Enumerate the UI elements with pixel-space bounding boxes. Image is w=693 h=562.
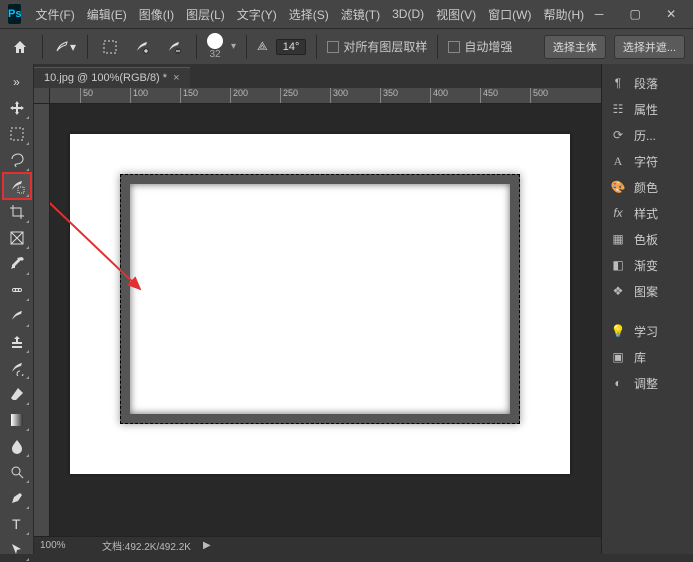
menu-3d[interactable]: 3D(D) [386, 0, 430, 28]
close-button[interactable]: ✕ [662, 5, 680, 23]
move-tool[interactable] [4, 96, 30, 120]
menu-layer[interactable]: 图层(L) [180, 0, 231, 28]
tool-preset-icon[interactable]: ▾ [53, 35, 77, 59]
menu-image[interactable]: 图像(I) [133, 0, 180, 28]
quick-selection-tool[interactable] [4, 174, 30, 198]
history-brush-tool[interactable] [4, 356, 30, 380]
horizontal-ruler[interactable]: 50 100 150 200 250 300 350 400 450 500 [50, 88, 601, 104]
healing-brush-tool[interactable] [4, 278, 30, 302]
paragraph-icon: ¶ [610, 75, 626, 91]
window-controls: ─ ▢ ✕ [590, 5, 688, 23]
ruler-corner [34, 88, 50, 104]
eraser-tool[interactable] [4, 382, 30, 406]
maximize-button[interactable]: ▢ [626, 5, 644, 23]
menu-edit[interactable]: 编辑(E) [81, 0, 133, 28]
menubar: Ps 文件(F) 编辑(E) 图像(I) 图层(L) 文字(Y) 选择(S) 滤… [0, 0, 693, 28]
status-arrow-icon[interactable]: ▶ [203, 540, 211, 551]
pen-tool[interactable] [4, 486, 30, 510]
brush-preview[interactable] [207, 33, 223, 49]
svg-text:T: T [12, 516, 21, 532]
add-selection-icon[interactable] [130, 35, 154, 59]
panel-gradients[interactable]: ◧渐变 [602, 252, 693, 278]
menu-select[interactable]: 选择(S) [283, 0, 335, 28]
frame-tool[interactable] [4, 226, 30, 250]
panel-properties[interactable]: ☷属性 [602, 96, 693, 122]
panel-patterns[interactable]: ❖图案 [602, 278, 693, 304]
panel-history[interactable]: ⟳历... [602, 122, 693, 148]
panel-character[interactable]: A字符 [602, 148, 693, 174]
swatches-icon: ▦ [610, 231, 626, 247]
menu-help[interactable]: 帮助(H) [537, 0, 590, 28]
panel-learn[interactable]: 💡学习 [602, 318, 693, 344]
path-selection-tool[interactable] [4, 538, 30, 562]
clone-stamp-tool[interactable] [4, 330, 30, 354]
angle-icon: ⟁ [257, 39, 268, 54]
color-icon: 🎨 [610, 179, 626, 195]
right-panel: ¶段落 ☷属性 ⟳历... A字符 🎨颜色 fx样式 ▦色板 ◧渐变 ❖图案 💡… [601, 64, 693, 554]
menu-file[interactable]: 文件(F) [29, 0, 80, 28]
panel-swatches[interactable]: ▦色板 [602, 226, 693, 252]
options-bar: ▾ 32 ▾ ⟁ 14° 对所有图层取样 自动增强 选择主体 选择并遮... [0, 28, 693, 64]
document-tab[interactable]: 10.jpg @ 100%(RGB/8) * × [34, 67, 190, 88]
adjustments-icon: ◐ [610, 375, 626, 391]
eyedropper-tool[interactable] [4, 252, 30, 276]
styles-icon: fx [610, 205, 626, 221]
gradient-tool[interactable] [4, 408, 30, 432]
type-tool[interactable]: T [4, 512, 30, 536]
minimize-button[interactable]: ─ [590, 5, 608, 23]
sample-all-layers-checkbox[interactable]: 对所有图层取样 [327, 38, 427, 55]
angle-input[interactable]: 14° [276, 39, 307, 55]
marching-ants-selection [120, 174, 520, 424]
libraries-icon: ▣ [610, 349, 626, 365]
menu-view[interactable]: 视图(V) [430, 0, 482, 28]
home-icon[interactable] [8, 35, 32, 59]
panel-libraries[interactable]: ▣库 [602, 344, 693, 370]
history-icon: ⟳ [610, 127, 626, 143]
character-icon: A [610, 153, 626, 169]
document-area: 10.jpg @ 100%(RGB/8) * × 50 100 150 200 … [34, 64, 601, 554]
blur-tool[interactable] [4, 434, 30, 458]
panel-styles[interactable]: fx样式 [602, 200, 693, 226]
app-logo: Ps [8, 4, 21, 24]
document-info[interactable]: 文档:492.2K/492.2K [102, 538, 191, 553]
select-and-mask-button[interactable]: 选择并遮... [614, 35, 685, 59]
vertical-ruler[interactable] [34, 104, 50, 536]
brush-tool[interactable] [4, 304, 30, 328]
subtract-selection-icon[interactable] [162, 35, 186, 59]
panel-adjustments[interactable]: ◐调整 [602, 370, 693, 396]
menu-filter[interactable]: 滤镜(T) [335, 0, 386, 28]
tab-title: 10.jpg @ 100%(RGB/8) * [44, 72, 167, 84]
canvas-viewport[interactable] [50, 104, 601, 536]
new-selection-icon[interactable] [98, 35, 122, 59]
panel-paragraph[interactable]: ¶段落 [602, 70, 693, 96]
status-bar: 100% 文档:492.2K/492.2K ▶ [34, 536, 601, 554]
canvas-wrapper: 50 100 150 200 250 300 350 400 450 500 [34, 88, 601, 554]
menu-window[interactable]: 窗口(W) [482, 0, 537, 28]
tab-close-icon[interactable]: × [173, 72, 179, 84]
select-subject-button[interactable]: 选择主体 [544, 35, 606, 59]
expand-tools-icon[interactable]: » [4, 70, 30, 94]
marquee-tool[interactable] [4, 122, 30, 146]
crop-tool[interactable] [4, 200, 30, 224]
tab-bar: 10.jpg @ 100%(RGB/8) * × [34, 64, 601, 88]
canvas[interactable] [70, 134, 570, 474]
tool-panel: » T [0, 64, 34, 554]
pattern-icon: ❖ [610, 283, 626, 299]
panel-color[interactable]: 🎨颜色 [602, 174, 693, 200]
brush-size-label: 32 [209, 49, 220, 60]
zoom-level[interactable]: 100% [40, 540, 90, 551]
auto-enhance-checkbox[interactable]: 自动增强 [448, 38, 512, 55]
properties-icon: ☷ [610, 101, 626, 117]
lasso-tool[interactable] [4, 148, 30, 172]
dodge-tool[interactable] [4, 460, 30, 484]
gradient-icon: ◧ [610, 257, 626, 273]
menu-type[interactable]: 文字(Y) [231, 0, 283, 28]
learn-icon: 💡 [610, 323, 626, 339]
